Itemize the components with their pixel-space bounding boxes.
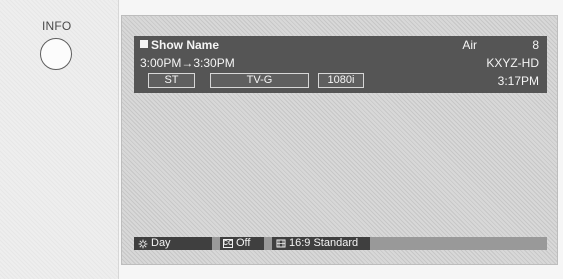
channel-number: 8 (532, 38, 539, 52)
brightness-icon (138, 239, 148, 248)
day-item: Day (138, 237, 171, 250)
resolution-chip: 1080i (318, 73, 364, 88)
tv-screen: Show Name Air 8 3:00PM→3:30PM KXYZ-HD ST… (121, 15, 558, 265)
source-label: Air (462, 38, 477, 52)
st-chip: ST (148, 73, 195, 88)
aspect-label: 16:9 Standard (289, 237, 359, 249)
cc-label: Off (236, 237, 251, 249)
current-time: 3:17PM (497, 74, 539, 88)
cc-icon: CC (222, 239, 234, 248)
aspect-item: 16:9 Standard (276, 237, 358, 250)
info-label: INFO (42, 19, 72, 33)
page: INFO Show Name Air 8 3:00PM→3:30PM KXYZ-… (0, 0, 563, 279)
cc-item: CC Off (222, 237, 251, 250)
day-label: Day (151, 237, 171, 249)
info-button[interactable] (40, 38, 72, 70)
call-sign: KXYZ-HD (486, 56, 539, 70)
show-name: Show Name (140, 38, 219, 52)
bottom-status-bar: Day CC Off 16:9 Standard (134, 237, 547, 250)
aspect-ratio-icon (276, 239, 286, 248)
show-name-text: Show Name (151, 38, 220, 52)
screen-inner: Show Name Air 8 3:00PM→3:30PM KXYZ-HD ST… (134, 36, 547, 250)
time-range: 3:00PM→3:30PM (140, 56, 235, 70)
rating-chip: TV-G (210, 73, 309, 88)
remote-panel: INFO (0, 0, 119, 279)
show-square-icon (140, 40, 148, 48)
info-banner: Show Name Air 8 3:00PM→3:30PM KXYZ-HD ST… (134, 36, 547, 93)
